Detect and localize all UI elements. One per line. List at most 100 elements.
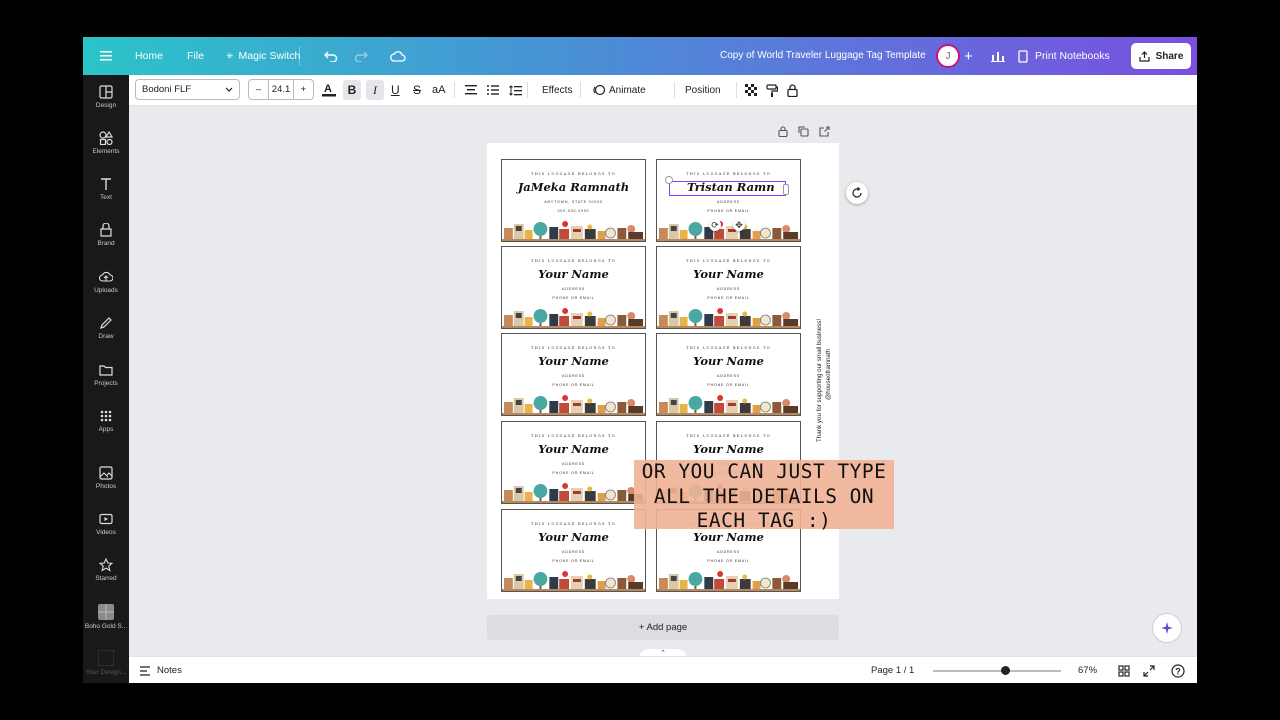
luggage-tag[interactable]: THIS LUGGAGE BELONGS TO JaMeka Ramnath ANY… (501, 159, 646, 242)
luggage-tag[interactable]: THIS LUGGAGE BELONGS TO Your Name ADDRESS P… (501, 421, 646, 504)
zoom-level[interactable]: 67% (1078, 657, 1097, 683)
tag-heading[interactable]: THIS LUGGAGE BELONGS TO (657, 172, 800, 176)
font-size-decrease[interactable]: – (249, 80, 270, 99)
tag-contact[interactable]: PHONE OR EMAIL (657, 209, 800, 213)
tag-address[interactable]: ANYTOWN, STATE 00000 (502, 200, 645, 204)
tag-heading[interactable]: THIS LUGGAGE BELONGS TO (502, 172, 645, 176)
tag-contact[interactable]: PHONE OR EMAIL (657, 559, 800, 563)
duplicate-page-icon[interactable] (798, 125, 809, 137)
text-selection-box[interactable] (669, 181, 786, 196)
sidebar-item-uploads[interactable]: Uploads (83, 260, 129, 304)
undo-button[interactable] (324, 37, 338, 75)
sidebar-item-draw[interactable]: Draw (83, 306, 129, 350)
home-button[interactable]: Home (135, 37, 163, 75)
tag-owner-name[interactable]: Your Name (502, 530, 645, 544)
tag-owner-name[interactable]: Your Name (657, 354, 800, 368)
sidebar-item-design[interactable]: Design (83, 75, 129, 119)
magic-switch-button[interactable]: ✳ Magic Switch (226, 37, 300, 75)
sidebar-item-photos[interactable]: Photos (83, 456, 129, 500)
menu-button[interactable] (100, 37, 112, 75)
rotate-button[interactable] (846, 182, 868, 204)
luggage-tag[interactable]: THIS LUGGAGE BELONGS TO Tristan Ramn ADDRE… (656, 159, 801, 242)
file-menu[interactable]: File (187, 37, 204, 75)
font-size-input[interactable]: 24.1 (269, 80, 293, 99)
sidebar-item-your-designs[interactable]: Your Design... (83, 641, 129, 683)
tag-address[interactable]: ADDRESS (502, 462, 645, 466)
letter-case-button[interactable]: aA (432, 75, 445, 105)
tag-contact[interactable]: 000-000-0000 (502, 209, 645, 213)
bold-button[interactable]: B (343, 80, 361, 100)
tag-contact[interactable]: PHONE OR EMAIL (502, 383, 645, 387)
fullscreen-button[interactable] (1143, 657, 1155, 683)
selection-handle[interactable] (783, 184, 789, 195)
tag-contact[interactable]: PHONE OR EMAIL (502, 296, 645, 300)
page-indicator[interactable]: Page 1 / 1 (871, 657, 914, 683)
add-page-button[interactable]: + Add page (487, 615, 839, 640)
avatar[interactable]: J (936, 44, 960, 68)
animate-button[interactable]: Animate (593, 75, 646, 105)
add-collaborator-button[interactable]: + (964, 37, 973, 75)
tag-address[interactable]: ADDRESS (502, 287, 645, 291)
move-handle[interactable]: ✥ (733, 219, 745, 231)
side-thank-you-text[interactable]: Thank you for supporting our small busin… (816, 319, 823, 442)
position-button[interactable]: Position (685, 75, 721, 105)
tag-address[interactable]: ADDRESS (657, 550, 800, 554)
sidebar-item-text[interactable]: Text (83, 167, 129, 211)
insights-button[interactable] (991, 37, 1005, 75)
spacing-button[interactable] (509, 75, 522, 105)
document-title[interactable]: Copy of World Traveler Luggage Tag Templ… (720, 37, 926, 75)
tag-contact[interactable]: PHONE OR EMAIL (657, 383, 800, 387)
sidebar-item-videos[interactable]: Videos (83, 502, 129, 546)
tag-address[interactable]: ADDRESS (502, 374, 645, 378)
tag-heading[interactable]: THIS LUGGAGE BELONGS TO (657, 434, 800, 438)
tag-heading[interactable]: THIS LUGGAGE BELONGS TO (657, 346, 800, 350)
print-notebooks-button[interactable]: Print Notebooks (1018, 44, 1110, 68)
underline-button[interactable]: U (391, 75, 400, 105)
tag-owner-name[interactable]: Your Name (657, 442, 800, 456)
add-page-icon[interactable] (819, 125, 830, 137)
grid-view-button[interactable] (1118, 657, 1130, 683)
luggage-tag[interactable]: THIS LUGGAGE BELONGS TO Your Name ADDRESS P… (501, 333, 646, 416)
sidebar-item-apps[interactable]: Apps (83, 399, 129, 443)
tag-owner-name[interactable]: JaMeka Ramnath (502, 180, 645, 194)
notes-button[interactable]: Notes (139, 657, 182, 683)
tag-heading[interactable]: THIS LUGGAGE BELONGS TO (502, 259, 645, 263)
luggage-tag[interactable]: THIS LUGGAGE BELONGS TO Your Name ADDRESS P… (656, 246, 801, 329)
tag-heading[interactable]: THIS LUGGAGE BELONGS TO (502, 522, 645, 526)
sidebar-item-boho-gold[interactable]: Boho Gold S... (83, 595, 129, 639)
text-color-button[interactable]: A (322, 75, 336, 105)
tag-heading[interactable]: THIS LUGGAGE BELONGS TO (502, 434, 645, 438)
cloud-save-status[interactable] (390, 37, 406, 75)
luggage-tag[interactable]: THIS LUGGAGE BELONGS TO Your Name ADDRESS P… (501, 246, 646, 329)
font-size-increase[interactable]: + (292, 80, 313, 99)
share-button[interactable]: Share (1131, 43, 1191, 69)
luggage-tag[interactable]: THIS LUGGAGE BELONGS TO Your Name ADDRESS P… (656, 333, 801, 416)
sidebar-item-projects[interactable]: Projects (83, 353, 129, 397)
side-handle-text[interactable]: @houseoframnath (825, 349, 832, 400)
copy-style-button[interactable] (766, 75, 778, 105)
tag-owner-name[interactable]: Your Name (502, 442, 645, 456)
tag-contact[interactable]: PHONE OR EMAIL (502, 471, 645, 475)
tag-owner-name[interactable]: Your Name (502, 267, 645, 281)
sidebar-item-starred[interactable]: Starred (83, 548, 129, 592)
tag-address[interactable]: ADDRESS (657, 200, 800, 204)
italic-button[interactable]: I (366, 80, 384, 100)
zoom-slider[interactable] (933, 670, 1061, 672)
move-handle[interactable]: ⟳ (709, 219, 721, 231)
list-button[interactable] (487, 75, 499, 105)
transparency-button[interactable] (745, 75, 757, 105)
sidebar-item-elements[interactable]: Elements (83, 121, 129, 165)
font-selector[interactable]: Bodoni FLF (135, 79, 240, 100)
sidebar-item-brand[interactable]: Brand (83, 213, 129, 257)
tag-address[interactable]: ADDRESS (502, 550, 645, 554)
luggage-tag[interactable]: THIS LUGGAGE BELONGS TO Your Name ADDRESS P… (501, 509, 646, 592)
help-button[interactable]: ? (1171, 657, 1185, 683)
magic-assistant-button[interactable] (1152, 613, 1182, 643)
redo-button[interactable] (354, 37, 368, 75)
tag-address[interactable]: ADDRESS (657, 374, 800, 378)
tag-heading[interactable]: THIS LUGGAGE BELONGS TO (657, 259, 800, 263)
tag-owner-name[interactable]: Your Name (657, 267, 800, 281)
selection-handle[interactable] (665, 176, 673, 184)
zoom-slider-knob[interactable] (1001, 666, 1010, 675)
lock-button[interactable] (787, 75, 798, 105)
